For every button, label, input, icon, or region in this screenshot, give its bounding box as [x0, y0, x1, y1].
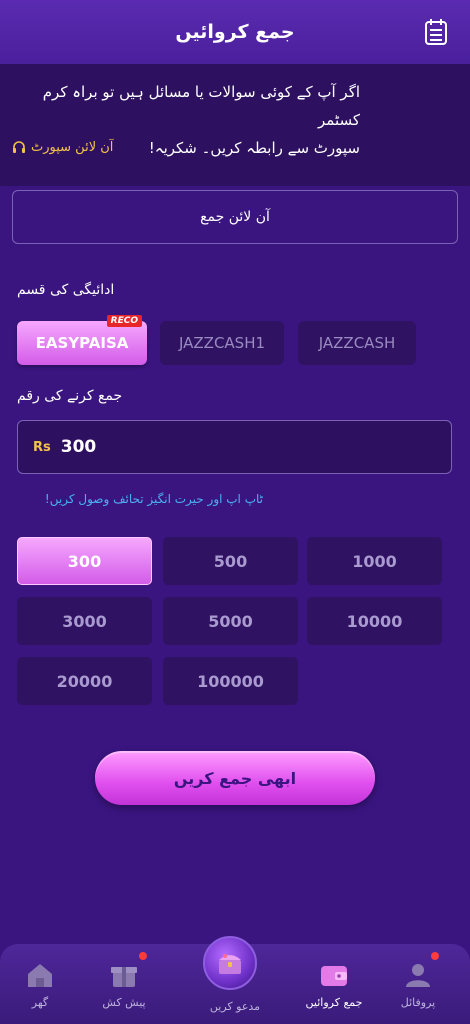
deposit-now-label: ابھی جمع کریں [173, 768, 297, 788]
chip-label: 20000 [56, 671, 113, 691]
deposit-now-button[interactable]: ابھی جمع کریں [95, 751, 375, 805]
offers-notification-dot [139, 952, 147, 960]
headset-icon [13, 140, 25, 153]
support-notice: اگر آپ کے کوئی سوالات یا مسائل ہیں تو بر… [0, 64, 470, 186]
profile-icon [406, 964, 430, 987]
page-title: جمع کروائیں [175, 21, 295, 43]
chip-label: 500 [213, 551, 248, 571]
treasure-chest-icon [219, 954, 241, 974]
chip-label: 5000 [208, 611, 253, 631]
online-support-label: آن لائن سپورٹ [31, 140, 114, 155]
amount-chip[interactable]: 10000 [307, 597, 442, 645]
chip-label: 10000 [346, 611, 403, 631]
nav-deposit-label: جمع کروائیں [305, 996, 363, 1009]
amount-chip[interactable]: 500 [163, 537, 298, 585]
online-deposit-label: آن لائن جمع [200, 209, 270, 225]
home-icon [28, 964, 52, 987]
online-deposit-option[interactable]: آن لائن جمع [12, 190, 458, 244]
payment-type-label: ادائیگی کی قسم [17, 282, 115, 298]
chip-label: 100000 [197, 671, 264, 691]
header: جمع کروائیں [0, 0, 470, 64]
chip-label: 1000 [352, 551, 397, 571]
chip-label: 300 [67, 551, 102, 571]
nav-invite[interactable]: مدعو کریں [190, 996, 280, 1013]
invite-treasure-button[interactable] [203, 936, 257, 990]
method-jazzcash[interactable]: JAZZCASH [298, 321, 416, 365]
amount-chip[interactable]: 1000 [307, 537, 442, 585]
nav-deposit[interactable]: جمع کروائیں [294, 958, 374, 1009]
method-label: JAZZCASH [318, 334, 396, 352]
nav-offers-label: پیش کش [102, 996, 146, 1009]
amount-chip[interactable]: 5000 [163, 597, 298, 645]
method-label: JAZZCASH1 [178, 334, 266, 352]
notice-line-1: اگر آپ کے کوئی سوالات یا مسائل ہیں تو بر… [42, 83, 360, 129]
promo-text: ٹاپ اپ اور حیرت انگیز تحائف وصول کریں! [44, 492, 263, 506]
amount-value: 300 [60, 437, 97, 457]
nav-profile-label: پروفائل [400, 996, 436, 1009]
amount-chip[interactable]: 3000 [17, 597, 152, 645]
method-jazzcash1[interactable]: JAZZCASH1 [160, 321, 284, 365]
calendar-icon[interactable] [424, 18, 448, 46]
nav-invite-label: مدعو کریں [209, 1000, 261, 1013]
chip-label: 3000 [62, 611, 107, 631]
online-support-link[interactable]: آن لائن سپورٹ [12, 140, 113, 155]
amount-chip[interactable]: 20000 [17, 657, 152, 705]
nav-profile[interactable]: پروفائل [378, 958, 458, 1009]
nav-home-label: گھر [31, 996, 49, 1009]
method-label: EASYPAISA [35, 334, 129, 352]
wallet-icon [321, 966, 347, 986]
currency-label: Rs [33, 439, 51, 455]
amount-input[interactable]: Rs 300 [17, 420, 452, 474]
amount-chip[interactable]: 300 [17, 537, 152, 585]
nav-offers[interactable]: پیش کش [84, 958, 164, 1009]
gift-icon [111, 967, 137, 987]
amount-chip[interactable]: 100000 [163, 657, 298, 705]
deposit-amount-label: جمع کرنے کی رقم [17, 388, 123, 404]
method-easypaisa[interactable]: EASYPAISA RECO [17, 315, 147, 365]
profile-notification-dot [431, 952, 439, 960]
reco-badge: RECO [106, 315, 142, 327]
nav-home[interactable]: گھر [0, 958, 80, 1009]
